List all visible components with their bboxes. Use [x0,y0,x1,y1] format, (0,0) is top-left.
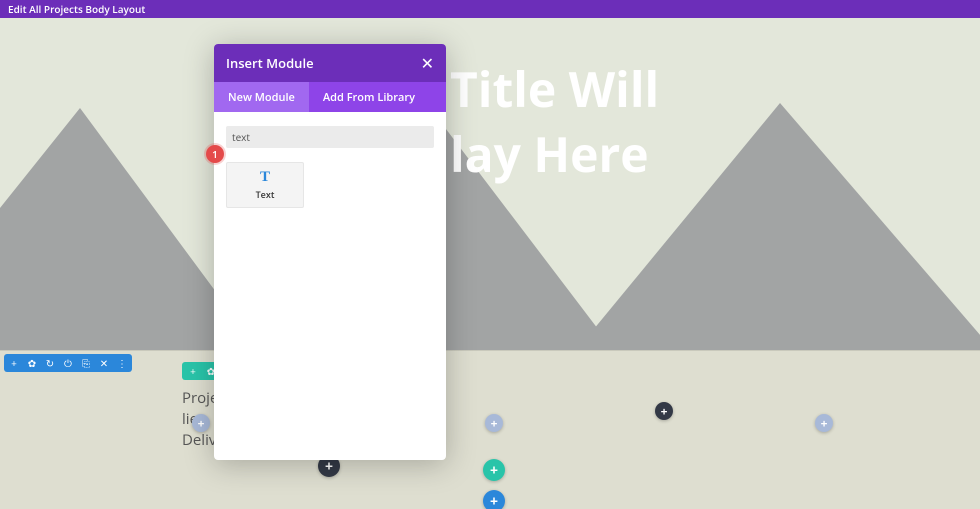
hero-title: Title Will lay Here [450,58,659,188]
plus-icon: + [490,461,498,480]
section-divider [0,350,980,351]
plus-icon: + [491,415,498,432]
module-search-input[interactable] [226,126,434,148]
gear-icon[interactable]: ✿ [26,357,38,369]
close-icon[interactable]: ✕ [98,357,110,369]
project-meta-line: Proje [182,388,218,409]
plus-icon: + [490,492,498,509]
add-module-button[interactable]: + [485,414,503,432]
insert-module-modal[interactable]: Insert Module ✕ New Module Add From Libr… [214,44,446,460]
module-label: Text [256,188,275,201]
section-toolbar[interactable]: + ✿ ↻ ⏻ ⎘ ✕ ⋮ [4,354,132,372]
project-meta-line: Deliv [182,430,218,451]
tab-new-module[interactable]: New Module [214,82,309,112]
annotation-badge-1: 1 [206,145,224,163]
add-module-button[interactable]: + [815,414,833,432]
add-row-button[interactable]: + [483,459,505,481]
page-title: Edit All Projects Body Layout [8,2,145,16]
more-icon[interactable]: ⋮ [116,357,128,369]
power-icon[interactable]: ⏻ [62,357,74,369]
modal-tabs: New Module Add From Library [214,82,446,112]
modal-title: Insert Module [226,54,314,72]
duplicate-icon[interactable]: ⎘ [80,357,92,369]
tab-add-from-library[interactable]: Add From Library [309,82,429,112]
module-text[interactable]: T Text [226,162,304,208]
add-section-button[interactable]: + [483,490,505,509]
add-module-button[interactable]: + [655,402,673,420]
plus-icon[interactable]: + [8,357,20,369]
annotation-number: 1 [212,147,218,161]
plus-icon: + [198,415,205,432]
plus-icon[interactable]: + [187,365,199,377]
plus-icon: + [661,403,668,420]
plus-icon: + [821,415,828,432]
hero-title-line2: lay Here [450,123,659,188]
hero-section: Title Will lay Here [0,18,980,350]
hero-title-line1: Title Will [450,58,659,123]
modal-header: Insert Module ✕ [214,44,446,82]
text-icon: T [260,169,270,186]
add-module-button[interactable]: + [192,414,210,432]
top-bar: Edit All Projects Body Layout [0,0,980,18]
close-button[interactable]: ✕ [421,52,434,74]
modal-body: T Text [214,112,446,220]
reset-icon[interactable]: ↻ [44,357,56,369]
module-grid: T Text [226,162,434,208]
